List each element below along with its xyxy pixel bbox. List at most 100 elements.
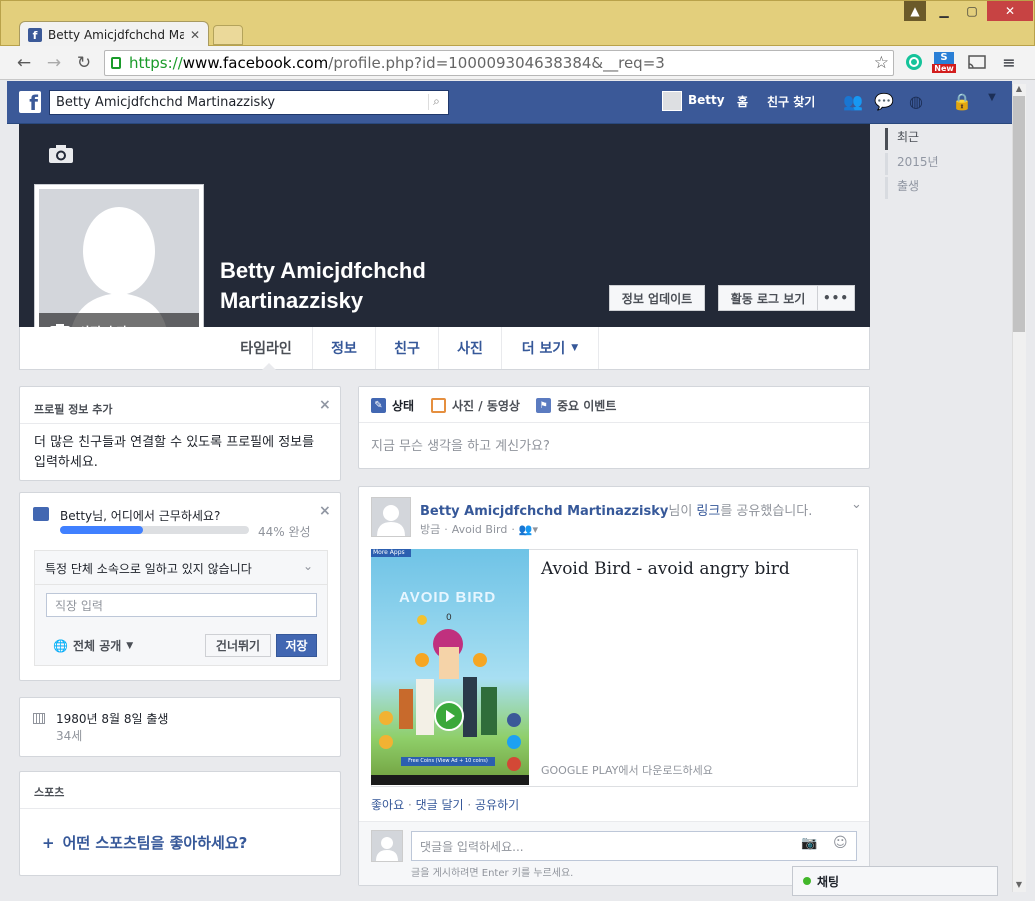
status-tab[interactable]: ✎ 상태 — [371, 397, 414, 414]
profile-icon[interactable]: ▲ — [904, 1, 926, 21]
tab-more[interactable]: 더 보기 ▼ — [502, 327, 599, 369]
chat-bar[interactable]: 채팅 — [792, 866, 998, 896]
comment-input[interactable]: 댓글을 입력하세요... — [411, 831, 857, 861]
tab-more-label: 더 보기 — [521, 341, 566, 357]
close-icon[interactable]: × — [319, 397, 331, 413]
tab-photos[interactable]: 사진 — [439, 327, 502, 369]
link-title[interactable]: Avoid Bird - avoid angry bird — [541, 559, 790, 579]
play-button-icon — [434, 701, 464, 731]
sports-prompt: 어떤 스포츠팀을 좋아하세요? — [62, 834, 248, 852]
post-time[interactable]: 방금 — [420, 521, 440, 537]
flag-icon: ⚑ — [536, 398, 551, 413]
comment-link[interactable]: 댓글 달기 — [416, 798, 464, 812]
url-path: /profile.php?id=100009304638384&__req=3 — [328, 54, 665, 72]
game-free-coins: Free Coins (View Ad + 10 coins) — [401, 757, 495, 766]
facebook-logo-icon[interactable]: f — [19, 91, 41, 113]
tab-about[interactable]: 정보 — [313, 327, 376, 369]
post-header: Betty Amicjdfchchd Martinazzisky님이 링크를 공… — [420, 500, 812, 519]
reload-icon[interactable]: ↻ — [72, 51, 96, 75]
search-icon[interactable]: ⌕ — [428, 94, 444, 110]
cast-icon[interactable] — [966, 51, 988, 73]
composer-card: ✎ 상태 사진 / 동영상 ⚑ 중요 이벤트 지금 무슨 생각을 하고 계신가요… — [358, 386, 870, 469]
timeline-nav-recent[interactable]: 최근 — [885, 128, 1005, 150]
birthday-text: 1980년 8월 8일 출생 — [56, 712, 169, 726]
workplace-input[interactable]: 직장 입력 — [46, 593, 317, 617]
chevron-down-icon[interactable]: ⌄ — [303, 559, 313, 573]
composer-input[interactable]: 지금 무슨 생각을 하고 계신가요? — [371, 435, 550, 454]
cover-camera-icon[interactable] — [48, 144, 74, 164]
fb-search-input[interactable]: Betty Amicjdfchchd Martinazzisky ⌕ — [49, 90, 449, 115]
nav-find-friends[interactable]: 친구 찾기 — [767, 93, 815, 110]
settings-icon — [379, 711, 393, 725]
friend-requests-icon[interactable]: 👥 — [842, 92, 864, 112]
privacy-selector[interactable]: 🌐 전체 공개 ▼ — [53, 637, 133, 654]
browser-tab-active[interactable]: f Betty Amicjdfchchd Marti ✕ — [19, 21, 209, 47]
timeline-nav-born[interactable]: 출생 — [885, 177, 1005, 199]
chevron-down-icon: ▼ — [571, 343, 579, 353]
save-button[interactable]: 저장 — [276, 634, 317, 657]
post-options-chevron-icon[interactable]: ⌄ — [851, 497, 862, 512]
close-window-button[interactable]: ✕ — [987, 1, 1033, 21]
post-action-end: 를 공유했습니다. — [720, 504, 813, 519]
close-work-icon[interactable]: × — [319, 503, 331, 519]
share-link[interactable]: 공유하기 — [475, 798, 519, 812]
chat-label: 채팅 — [817, 874, 840, 889]
avatar[interactable] — [662, 91, 682, 111]
privacy-shortcuts-icon[interactable]: 🔒 — [951, 92, 973, 112]
address-bar[interactable]: https:// www.facebook.com /profile.php?i… — [104, 50, 894, 76]
new-tab-button[interactable] — [213, 25, 243, 45]
add-info-title: 프로필 정보 추가 — [34, 403, 113, 416]
timeline-nav-2015[interactable]: 2015년 — [885, 153, 1005, 175]
scrollbar-thumb[interactable] — [1013, 96, 1025, 332]
notifications-globe-icon[interactable]: ◍ — [905, 92, 927, 112]
pencil-icon: ✎ — [371, 398, 386, 413]
grammarly-extension-icon[interactable] — [903, 51, 925, 73]
post-link-word[interactable]: 링크 — [696, 504, 720, 519]
bookmark-star-icon[interactable]: ☆ — [874, 53, 889, 73]
browser-toolbar: ← → ↻ https:// www.facebook.com /profile… — [0, 46, 1035, 80]
briefcase-icon — [33, 507, 49, 521]
post-avatar[interactable] — [371, 497, 411, 537]
scroll-down-icon[interactable]: ▼ — [1013, 880, 1025, 892]
account-menu-chevron-icon[interactable]: ▼ — [981, 92, 1003, 112]
link-preview-image[interactable]: More Apps AVOID BIRD 0 Free Coins (View … — [371, 549, 529, 785]
tab-friends-label: 친구 — [394, 341, 420, 357]
chrome-menu-icon[interactable]: ≡ — [998, 51, 1020, 73]
more-options-button[interactable]: ••• — [817, 285, 855, 311]
skip-button[interactable]: 건너뛰기 — [205, 634, 271, 657]
plus-icon: + — [42, 833, 55, 852]
tab-friends[interactable]: 친구 — [376, 327, 439, 369]
globe-icon: 🌐 — [53, 638, 68, 653]
profile-name-line2: Martinazzisky — [220, 288, 364, 313]
messages-icon[interactable]: 💬 — [873, 92, 895, 112]
scroll-up-icon[interactable]: ▲ — [1013, 84, 1025, 96]
update-info-button[interactable]: 정보 업데이트 — [609, 285, 705, 311]
back-icon[interactable]: ← — [12, 51, 36, 75]
audience-icon[interactable]: 👥▾ — [519, 523, 538, 536]
work-question: Betty님, 어디에서 근무하세요? — [60, 509, 221, 523]
life-event-tab[interactable]: ⚑ 중요 이벤트 — [536, 397, 616, 414]
like-link[interactable]: 좋아요 — [371, 798, 404, 812]
no-org-option[interactable]: 특정 단체 소속으로 일하고 있지 않습니다 — [45, 560, 252, 577]
building — [481, 687, 497, 735]
game-character — [439, 647, 459, 679]
news-extension-icon[interactable]: S New — [932, 51, 956, 73]
post-app-name[interactable]: Avoid Bird — [452, 523, 508, 536]
forward-icon[interactable]: → — [42, 51, 66, 75]
nav-home[interactable]: 홈 — [737, 93, 748, 110]
add-sports-team-link[interactable]: + 어떤 스포츠팀을 좋아하세요? — [42, 832, 247, 853]
game-more-apps: More Apps — [371, 549, 411, 557]
photo-video-tab[interactable]: 사진 / 동영상 — [431, 397, 520, 414]
maximize-button[interactable]: ▢ — [959, 1, 985, 21]
activity-log-button[interactable]: 활동 로그 보기 — [718, 285, 818, 311]
minimize-button[interactable]: ▁ — [931, 1, 957, 21]
nav-user[interactable]: Betty — [688, 93, 725, 107]
game-score: 0 — [446, 613, 452, 623]
camera-icon[interactable]: 📷 — [801, 836, 817, 851]
work-form: 특정 단체 소속으로 일하고 있지 않습니다 ⌄ 직장 입력 🌐 전체 공개 ▼… — [34, 550, 328, 666]
tab-photos-label: 사진 — [457, 341, 483, 357]
emoji-icon[interactable]: ☺ — [833, 835, 848, 851]
comment-hint: 글을 게시하려면 Enter 키를 누르세요. — [411, 868, 574, 879]
post-author[interactable]: Betty Amicjdfchchd Martinazzisky — [420, 504, 668, 519]
tab-close-icon[interactable]: ✕ — [190, 28, 200, 42]
